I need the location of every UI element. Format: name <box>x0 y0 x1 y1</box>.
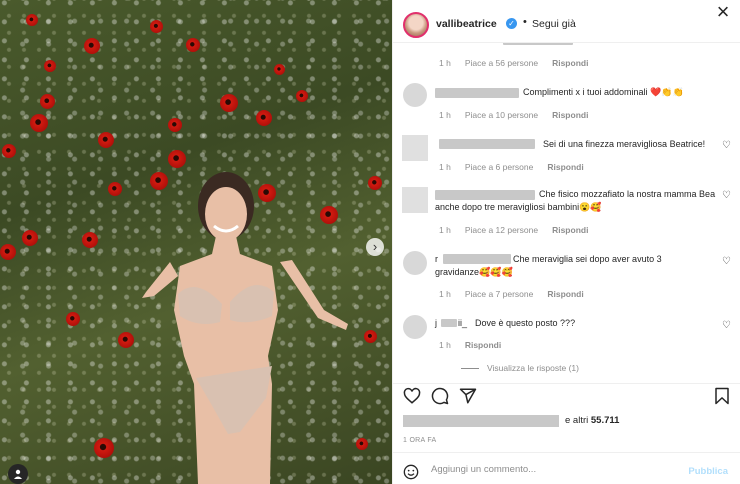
likes-summary[interactable]: e altri 55.711 <box>403 414 733 428</box>
comment-time: 1 h <box>439 225 451 235</box>
redacted-username <box>439 139 535 149</box>
separator-dot: • <box>523 16 527 28</box>
avatar[interactable] <box>402 187 428 213</box>
poppy-decor <box>40 94 55 109</box>
comment-likes[interactable]: Piace a 6 persone <box>465 162 534 172</box>
heart-icon[interactable]: ♡ <box>722 256 731 267</box>
comment-meta: 1 h Piace a 12 persone Rispondi <box>439 225 602 235</box>
poppy-decor <box>186 38 200 52</box>
comment-input[interactable] <box>431 464 681 475</box>
post-header: vallibeatrice ✓ • Segui già <box>393 4 740 42</box>
avatar[interactable] <box>403 83 427 107</box>
comment-time: 1 h <box>439 110 451 120</box>
likes-count: 55.711 <box>590 415 620 426</box>
bookmark-icon[interactable] <box>713 387 731 405</box>
likes-count-text[interactable]: e altri 55.711 <box>565 415 619 426</box>
comment-time: 1 h <box>439 289 451 299</box>
action-bar <box>393 385 740 409</box>
poppy-decor <box>98 132 114 148</box>
avatar[interactable] <box>403 315 427 339</box>
comment-time: 1 h <box>439 58 451 68</box>
comment-text: Che fisico mozzafiato la nostra mamma Be… <box>435 189 716 212</box>
avatar[interactable] <box>403 12 429 38</box>
poppy-decor <box>168 118 182 132</box>
verified-badge-icon: ✓ <box>506 18 517 29</box>
poppy-decor <box>22 230 38 246</box>
poppy-decor <box>26 14 38 26</box>
user-tag-icon[interactable] <box>8 464 28 484</box>
post-timestamp: 1 ORA FA <box>403 437 437 444</box>
reply-button[interactable]: Rispondi <box>552 58 588 68</box>
comment-text: Dove è questo posto ??? <box>475 318 576 328</box>
comment-text: Sei di una finezza meravigliosa Beatrice… <box>543 139 706 149</box>
poppy-decor <box>296 90 308 102</box>
poppy-decor <box>2 144 16 158</box>
share-icon[interactable] <box>459 387 477 405</box>
poppy-decor <box>220 94 238 112</box>
likes-prefix: e altri <box>565 415 589 426</box>
heart-icon[interactable]: ♡ <box>722 190 731 201</box>
poppy-decor <box>274 64 285 75</box>
comments-list[interactable]: 1 h Piace a 56 persone Rispondi Compliment… <box>393 43 740 383</box>
comment-meta: 1 h Piace a 10 persone Rispondi <box>439 110 602 120</box>
comment-meta: 1 h Piace a 56 persone Rispondi <box>439 58 602 68</box>
comment-meta: 1 h Piace a 7 persone Rispondi <box>439 289 598 299</box>
woman-figure <box>142 172 348 484</box>
poppy-decor <box>30 114 48 132</box>
poppy-decor <box>256 110 272 126</box>
poppy-decor <box>44 60 56 72</box>
redacted-username <box>403 415 559 427</box>
divider <box>393 383 740 384</box>
emoji-icon[interactable] <box>403 464 419 480</box>
poppy-decor <box>82 232 98 248</box>
poppy-decor <box>84 38 100 54</box>
comment-icon[interactable] <box>431 387 449 405</box>
poppy-decor <box>168 150 186 168</box>
heart-icon[interactable]: ♡ <box>722 140 731 151</box>
divider <box>393 452 740 453</box>
comment-likes[interactable]: Piace a 10 persone <box>465 110 538 120</box>
redacted-text <box>503 43 573 45</box>
post-details-panel: × vallibeatrice ✓ • Segui già 1 h Piace a… <box>392 0 740 484</box>
avatar[interactable] <box>403 251 427 275</box>
poppy-decor <box>368 176 382 190</box>
redacted-username <box>435 88 519 98</box>
comment-meta: 1 h Rispondi <box>439 340 515 350</box>
reply-button[interactable]: Rispondi <box>547 162 583 172</box>
comment-text: Che meraviglia sei dopo aver avuto 3 gra… <box>435 254 662 277</box>
poppy-decor <box>94 438 114 458</box>
poppy-decor <box>108 182 122 196</box>
comment-time: 1 h <box>439 340 451 350</box>
post-photo[interactable]: › <box>0 0 392 484</box>
poppy-decor <box>118 332 134 348</box>
publish-button[interactable]: Pubblica <box>688 466 728 477</box>
reply-button[interactable]: Rispondi <box>552 225 588 235</box>
comment-likes[interactable]: Piace a 12 persone <box>465 225 538 235</box>
comment-time: 1 h <box>439 162 451 172</box>
poppy-decor <box>0 244 16 260</box>
comment-likes[interactable]: Piace a 56 persone <box>465 58 538 68</box>
poppy-decor <box>150 20 163 33</box>
reply-button[interactable]: Rispondi <box>547 289 583 299</box>
poppy-decor <box>66 312 80 326</box>
comment-username-prefix[interactable]: j <box>435 317 437 330</box>
comment-username-suffix[interactable]: ii_ <box>458 317 467 330</box>
follow-button[interactable]: Segui già <box>532 18 576 30</box>
reply-button[interactable]: Rispondi <box>465 340 501 350</box>
avatar[interactable] <box>402 135 428 161</box>
redacted-username <box>441 319 457 327</box>
view-replies-button[interactable]: Visualizza le risposte (1) <box>461 363 579 373</box>
comment-text: Complimenti x i tuoi addominali ❤️👏👏 <box>523 87 684 97</box>
comment-meta: 1 h Piace a 6 persone Rispondi <box>439 162 598 172</box>
username[interactable]: vallibeatrice <box>436 18 497 30</box>
heart-icon[interactable]: ♡ <box>722 320 731 331</box>
reply-button[interactable]: Rispondi <box>552 110 588 120</box>
comment-likes[interactable]: Piace a 7 persone <box>465 289 534 299</box>
heart-icon[interactable] <box>403 387 421 405</box>
next-image-button[interactable]: › <box>366 238 384 256</box>
